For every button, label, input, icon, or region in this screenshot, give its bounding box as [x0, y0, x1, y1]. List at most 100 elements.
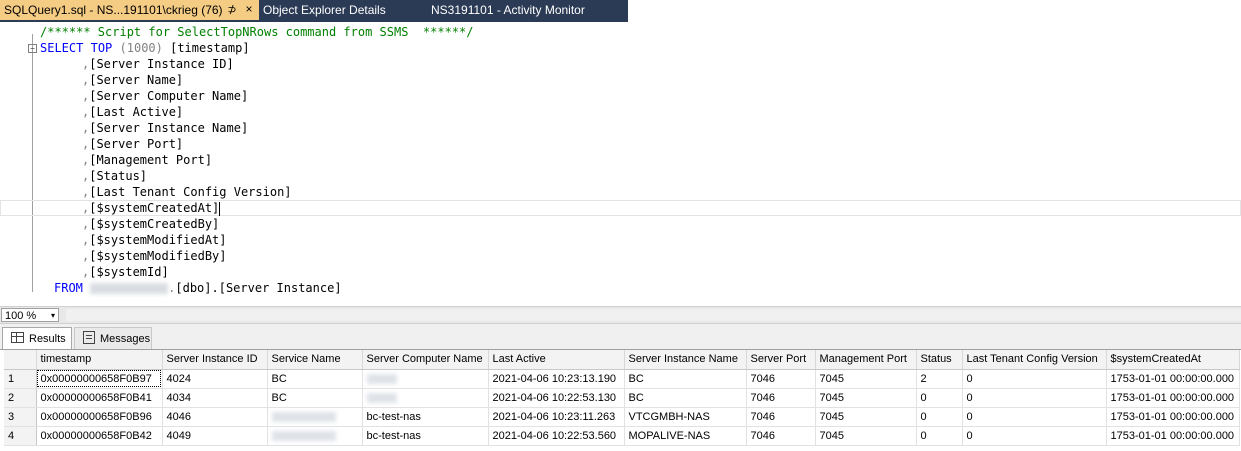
column-header[interactable]: Server Instance Name	[624, 350, 747, 370]
grid-cell[interactable]: VTCGMBH-NAS	[624, 407, 747, 427]
column-header[interactable]: Management Port	[815, 350, 917, 370]
grid-cell[interactable]: 2021-04-06 10:23:11.263	[488, 407, 625, 427]
row-number[interactable]: 2	[4, 388, 37, 408]
grid-cell[interactable]: 1753-01-01 00:00:00.000	[1106, 369, 1240, 389]
row-number[interactable]: 1	[4, 369, 37, 389]
code-line: ,[$systemModifiedAt]	[0, 232, 1241, 248]
current-code-line: ,[$systemCreatedAt]	[0, 200, 1241, 216]
grid-cell[interactable]: 7045	[815, 407, 917, 427]
chevron-down-icon: ▾	[50, 311, 55, 320]
tab-sqlquery1[interactable]: SQLQuery1.sql - NS...191101\ckrieg (76)	[0, 0, 259, 20]
column-timestamp: [timestamp]	[170, 41, 250, 55]
row-number[interactable]: 3	[4, 407, 37, 427]
row-number[interactable]: 4	[4, 426, 37, 446]
tab-results[interactable]: Results	[2, 327, 72, 349]
column-header[interactable]: Status	[916, 350, 963, 370]
redacted-value	[366, 392, 397, 403]
grid-cell[interactable]: 4046	[162, 407, 268, 427]
grid-cell[interactable]: 0x00000000658F0B97	[36, 369, 163, 389]
column-header[interactable]: Service Name	[267, 350, 363, 370]
column-name: [Last Tenant Config Version]	[89, 185, 292, 199]
close-icon[interactable]: ×	[242, 0, 256, 20]
code-line: ,[Management Port]	[0, 152, 1241, 168]
tab-activity-monitor[interactable]: NS3191101 - Activity Monitor	[427, 0, 627, 20]
table-row[interactable]: 4 0x00000000658F0B42 4049 bc-test-nas 20…	[4, 426, 1240, 446]
column-name: [Last Active]	[89, 105, 184, 119]
tab-messages-label: Messages	[100, 333, 151, 345]
grid-cell[interactable]: 1753-01-01 00:00:00.000	[1106, 426, 1240, 446]
grid-cell[interactable]	[267, 407, 363, 427]
column-header[interactable]: Last Active	[488, 350, 625, 370]
grid-cell[interactable]: 4049	[162, 426, 268, 446]
grid-cell[interactable]: 2021-04-06 10:22:53.130	[488, 388, 625, 408]
collapse-icon[interactable]: −	[28, 44, 37, 53]
code-comment: /****** Script for SelectTopNRows comman…	[40, 25, 474, 39]
grid-icon	[11, 332, 24, 343]
top-value: (1000)	[119, 41, 163, 55]
grid-cell[interactable]: 0	[962, 426, 1107, 446]
column-header[interactable]: Server Instance ID	[162, 350, 268, 370]
column-name: [$systemModifiedBy]	[89, 249, 227, 263]
table-row[interactable]: 2 0x00000000658F0B41 4034 BC 2021-04-06 …	[4, 388, 1240, 408]
grid-cell[interactable]: BC	[267, 369, 363, 389]
redacted-value	[271, 411, 336, 422]
grid-cell[interactable]: bc-test-nas	[362, 407, 489, 427]
code-area[interactable]: /****** Script for SelectTopNRows comman…	[0, 24, 1241, 296]
tab-object-explorer-details[interactable]: Object Explorer Details	[259, 0, 423, 20]
grid-cell[interactable]: 0x00000000658F0B96	[36, 407, 163, 427]
grid-cell[interactable]: 0	[916, 407, 963, 427]
grid-cell[interactable]: 0x00000000658F0B41	[36, 388, 163, 408]
column-header[interactable]: timestamp	[36, 350, 163, 370]
grid-cell[interactable]: 7046	[746, 426, 816, 446]
grid-cell[interactable]: 2	[916, 369, 963, 389]
grid-cell[interactable]: 4034	[162, 388, 268, 408]
grid-cell[interactable]: 1753-01-01 00:00:00.000	[1106, 407, 1240, 427]
grid-cell[interactable]: 0x00000000658F0B42	[36, 426, 163, 446]
horizontal-scrollbar[interactable]	[66, 309, 1241, 321]
pin-icon[interactable]: ⊅	[225, 0, 239, 20]
column-header[interactable]: Last Tenant Config Version	[962, 350, 1107, 370]
grid-cell[interactable]: 7046	[746, 388, 816, 408]
query-editor[interactable]: /****** Script for SelectTopNRows comman…	[0, 22, 1241, 306]
document-tab-strip: SQLQuery1.sql - NS...191101\ckrieg (76) …	[0, 0, 1241, 22]
column-header[interactable]: Server Computer Name	[362, 350, 489, 370]
grid-cell[interactable]	[362, 369, 489, 389]
row-number-header[interactable]	[4, 350, 37, 370]
code-line: ,[Last Active]	[0, 104, 1241, 120]
grid-cell[interactable]: 0	[962, 407, 1107, 427]
grid-cell[interactable]: 1753-01-01 00:00:00.000	[1106, 388, 1240, 408]
code-line: ,[Last Tenant Config Version]	[0, 184, 1241, 200]
grid-cell[interactable]: 2021-04-06 10:23:13.190	[488, 369, 625, 389]
code-line: FROM .[dbo].[Server Instance]	[0, 280, 1241, 296]
grid-cell[interactable]: 7046	[746, 369, 816, 389]
grid-cell[interactable]: MOPALIVE-NAS	[624, 426, 747, 446]
column-header[interactable]: Server Port	[746, 350, 816, 370]
table-row[interactable]: 1 0x00000000658F0B97 4024 BC 2021-04-06 …	[4, 369, 1240, 389]
grid-cell[interactable]: 7045	[815, 369, 917, 389]
grid-cell[interactable]: BC	[624, 388, 747, 408]
grid-cell[interactable]: 4024	[162, 369, 268, 389]
header-row: timestamp Server Instance ID Service Nam…	[4, 350, 1240, 370]
grid-cell[interactable]	[267, 426, 363, 446]
grid-cell[interactable]	[362, 388, 489, 408]
tab-messages[interactable]: Messages	[74, 327, 152, 349]
grid-cell[interactable]: 0	[962, 388, 1107, 408]
column-header[interactable]: $systemCreatedAt	[1106, 350, 1240, 370]
grid-cell[interactable]: 0	[916, 388, 963, 408]
keyword-top: TOP	[90, 41, 113, 55]
grid-cell[interactable]: 7046	[746, 407, 816, 427]
grid-cell[interactable]: 7045	[815, 388, 917, 408]
results-grid[interactable]: timestamp Server Instance ID Service Nam…	[0, 349, 1241, 451]
column-name: [Server Name]	[89, 73, 184, 87]
grid-cell[interactable]: 0	[962, 369, 1107, 389]
grid-cell[interactable]: bc-test-nas	[362, 426, 489, 446]
zoom-dropdown[interactable]: 100 % ▾	[1, 308, 59, 322]
grid-cell[interactable]: BC	[624, 369, 747, 389]
grid-cell[interactable]: 2021-04-06 10:22:53.560	[488, 426, 625, 446]
results-tab-strip: Results Messages	[0, 323, 1241, 350]
grid-cell[interactable]: 7045	[815, 426, 917, 446]
grid-cell[interactable]: BC	[267, 388, 363, 408]
column-name: [Status]	[89, 169, 148, 183]
grid-cell[interactable]: 0	[916, 426, 963, 446]
table-row[interactable]: 3 0x00000000658F0B96 4046 bc-test-nas 20…	[4, 407, 1240, 427]
